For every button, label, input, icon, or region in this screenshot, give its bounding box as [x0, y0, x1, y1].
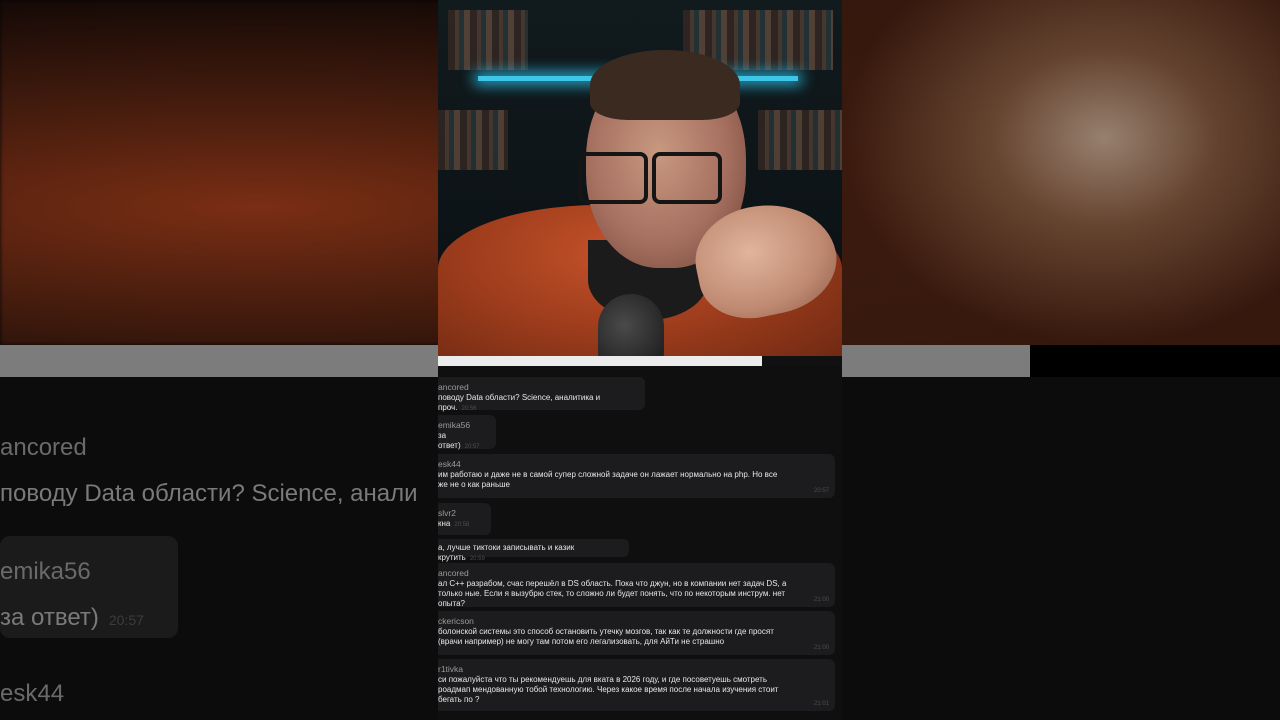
- chat-username: esk44: [438, 459, 461, 469]
- backdrop-hand-blur: [840, 0, 1280, 345]
- chat-text: за ответ) 20:57: [438, 431, 480, 450]
- bookshelf: [448, 10, 528, 70]
- chat-username: ckericson: [438, 616, 474, 626]
- backdrop-username-3: esk44: [0, 680, 65, 707]
- chat-message: emika56 за ответ) 20:57: [438, 415, 496, 450]
- chat-message: а, лучше тиктоки записывать и казик крут…: [438, 539, 629, 562]
- chat-time: 21:01: [813, 701, 829, 707]
- backdrop-message-2: за ответ) 20:57: [0, 604, 144, 631]
- chat-text: ал C++ разрабом, счас перешёл в DS облас…: [438, 579, 787, 608]
- chat-message: ancored поводу Data области? Science, ан…: [438, 377, 645, 412]
- chat-username: r1tivka: [438, 664, 464, 674]
- chat-message: slvr2 кна 20:58: [438, 503, 491, 535]
- chat-username: emika56: [438, 420, 471, 430]
- chat-message: esk44 им работаю и даже не в самой супер…: [438, 454, 835, 498]
- backdrop-message: поводу Data области? Science, анали: [0, 480, 418, 507]
- chat-username: ancored: [438, 568, 469, 578]
- chat-message: ancored ал C++ разрабом, счас перешёл в …: [438, 563, 835, 608]
- chat-message: r1tivka си пожалуйста что ты рекомендуеш…: [438, 659, 835, 711]
- webcam-video: [438, 0, 842, 356]
- chat-text: поводу Data области? Science, аналитика …: [438, 393, 601, 412]
- bookshelf: [438, 110, 508, 170]
- chat-text: а, лучше тиктоки записывать и казик крут…: [438, 543, 575, 562]
- chat-pinned-bar-end: [762, 356, 842, 366]
- chat-text: си пожалуйста что ты рекомендуешь для вк…: [438, 675, 779, 704]
- chat-text: им работаю и даже не в самой супер сложн…: [438, 470, 778, 489]
- vertical-video-frame: ancored поводу Data области? Science, ан…: [438, 0, 842, 720]
- chat-text: кна 20:58: [438, 519, 470, 528]
- chat-message: ckericson болонской системы это способ о…: [438, 611, 835, 655]
- chat-pinned-bar: [438, 356, 762, 366]
- backdrop-username-2: emika56: [0, 558, 91, 585]
- bookshelf: [758, 110, 842, 170]
- person-hair: [590, 50, 740, 120]
- chat-username: ancored: [438, 382, 469, 392]
- chat-time: 21:00: [813, 645, 829, 651]
- chat-text: болонской системы это способ остановить …: [438, 627, 774, 646]
- chat-time: 20:57: [813, 488, 829, 494]
- backdrop-username: ancored: [0, 434, 87, 461]
- chat-time: 21:00: [813, 597, 829, 603]
- glasses-icon: [578, 152, 726, 204]
- microphone-icon: [598, 294, 664, 356]
- backdrop-strip-dark: [1030, 345, 1280, 377]
- chat-username: slvr2: [438, 508, 456, 518]
